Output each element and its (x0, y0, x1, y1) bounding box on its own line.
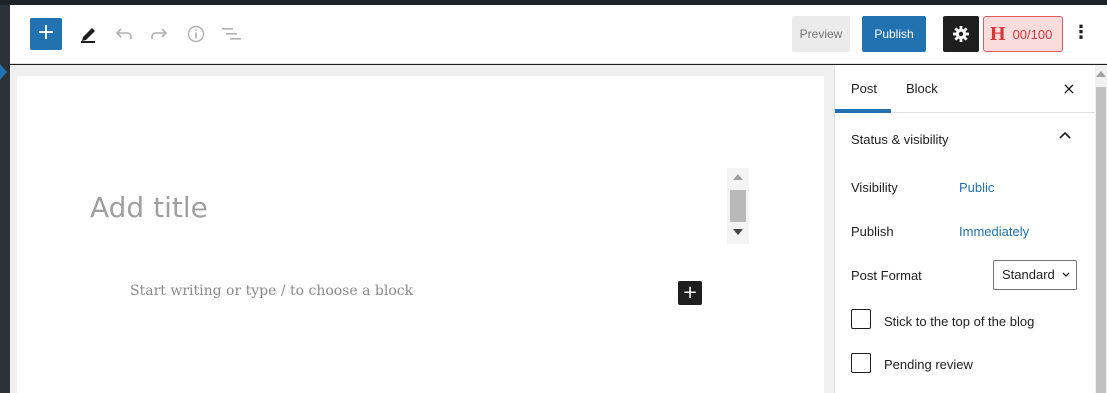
undo-icon[interactable] (112, 22, 136, 46)
page-scrollbar[interactable] (1095, 65, 1107, 393)
preview-button[interactable]: Preview (792, 16, 850, 52)
scroll-thumb[interactable] (1096, 87, 1106, 393)
tab-block[interactable]: Block (906, 65, 938, 113)
seo-score-value: 00/100 (1012, 26, 1053, 42)
pending-review-checkbox[interactable] (851, 353, 871, 373)
sticky-checkbox-label: Stick to the top of the blog (884, 314, 1035, 329)
scroll-thumb[interactable] (730, 190, 746, 222)
active-tab-indicator (835, 109, 891, 113)
inline-add-block-button[interactable]: + (678, 281, 702, 305)
list-view-icon[interactable] (219, 22, 243, 46)
add-block-button[interactable]: + (30, 18, 62, 50)
status-visibility-panel-toggle[interactable]: Status & visibility (851, 132, 949, 147)
post-title-input[interactable]: Add title (90, 191, 208, 224)
seo-logo-icon: H (990, 22, 1006, 45)
scroll-up-icon[interactable] (733, 174, 743, 180)
settings-gear-icon (953, 26, 969, 42)
post-format-label: Post Format (851, 268, 922, 283)
visibility-label: Visibility (851, 180, 898, 195)
redo-icon[interactable] (147, 22, 171, 46)
admin-menu-pointer-icon (0, 64, 7, 80)
post-format-value: Standard (1002, 267, 1055, 282)
pending-review-checkbox-label: Pending review (884, 357, 973, 372)
scroll-down-icon[interactable] (733, 229, 743, 235)
settings-sidebar: Post Block × Status & visibility Visibil… (834, 65, 1095, 393)
tab-post[interactable]: Post (851, 65, 877, 113)
sidebar-tabs: Post Block × (835, 65, 1095, 113)
editor-canvas: Add title Start writing or type / to cho… (17, 76, 824, 393)
seo-score-button[interactable]: H 00/100 (983, 16, 1063, 52)
block-appender-input[interactable]: Start writing or type / to choose a bloc… (130, 283, 413, 299)
more-options-button[interactable]: ⋮ (1072, 19, 1090, 49)
sticky-checkbox[interactable] (851, 309, 871, 329)
publish-date-link[interactable]: Immediately (959, 224, 1029, 239)
close-sidebar-icon[interactable]: × (1057, 77, 1081, 101)
publish-button[interactable]: Publish (862, 16, 926, 52)
chevron-up-icon[interactable] (1057, 127, 1073, 143)
info-icon[interactable] (184, 22, 208, 46)
settings-button[interactable] (943, 16, 979, 52)
visibility-link[interactable]: Public (959, 180, 994, 195)
scroll-up-icon[interactable] (1096, 71, 1106, 77)
edit-icon[interactable] (76, 22, 100, 46)
post-format-select[interactable]: Standard (993, 260, 1077, 290)
title-scrollbar[interactable] (727, 168, 749, 244)
chevron-down-icon (1062, 272, 1070, 277)
editor-header: + Preview Publish H 00/100 ⋮ (10, 5, 1107, 64)
publish-label: Publish (851, 224, 894, 239)
